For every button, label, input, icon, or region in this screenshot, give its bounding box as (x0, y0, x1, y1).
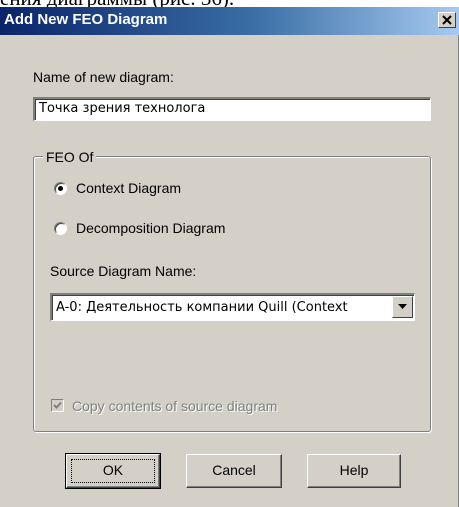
add-new-feo-diagram-dialog: Add New FEO Diagram Name of new diagram:… (0, 7, 459, 507)
feo-of-group-title: FEO Of (43, 148, 97, 166)
chevron-down-icon (398, 304, 407, 309)
title-bar[interactable]: Add New FEO Diagram (0, 7, 459, 35)
source-diagram-label: Source Diagram Name: (50, 263, 197, 279)
cancel-button[interactable]: Cancel (186, 454, 282, 488)
copy-contents-label: Copy contents of source diagram (72, 398, 278, 414)
radio-button[interactable] (54, 222, 67, 235)
help-button[interactable]: Help (307, 454, 401, 488)
ok-button[interactable]: OK (65, 453, 161, 489)
cancel-button-label: Cancel (212, 462, 256, 478)
radio-selected-dot (58, 186, 63, 191)
radio-label-context[interactable]: Context Diagram (76, 179, 181, 197)
dropdown-button[interactable] (392, 296, 413, 318)
ok-button-label: OK (102, 462, 124, 478)
help-button-label: Help (339, 462, 369, 478)
close-button[interactable] (438, 12, 456, 28)
close-icon (442, 15, 452, 25)
source-diagram-value: A-0: Деятельность компании Quill (Contex… (56, 300, 348, 315)
copy-contents-checkbox[interactable] (51, 399, 64, 412)
name-label: Name of new diagram: (33, 69, 174, 85)
radio-label-decomposition[interactable]: Decomposition Diagram (76, 219, 225, 237)
window-title: Add New FEO Diagram (4, 11, 168, 28)
radio-button[interactable] (54, 182, 67, 195)
checkmark-icon (53, 401, 62, 409)
source-diagram-select[interactable]: A-0: Деятельность компании Quill (Contex… (50, 293, 415, 321)
diagram-name-input[interactable]: Точка зрения технолога (33, 97, 431, 121)
